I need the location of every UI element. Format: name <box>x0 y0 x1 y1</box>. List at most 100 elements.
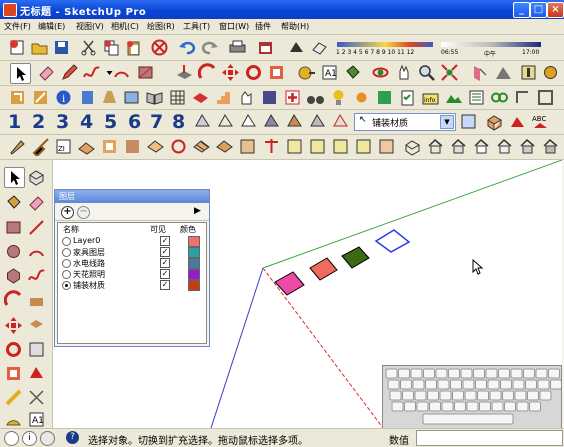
menu-file[interactable]: 文件(F) <box>4 21 31 32</box>
keyboard-key[interactable] <box>548 368 560 379</box>
keyboard-key[interactable] <box>402 390 414 401</box>
scene-tab-2-icon[interactable] <box>285 137 304 156</box>
keyboard-key[interactable] <box>425 379 437 390</box>
freehand-tool-icon[interactable] <box>27 266 46 285</box>
layer-visible-checkbox[interactable]: ✓ <box>160 280 170 290</box>
keyboard-key[interactable] <box>512 379 525 390</box>
line-tool-icon[interactable] <box>27 218 46 237</box>
plugin-hand-icon[interactable] <box>237 88 256 107</box>
rect-tool-icon[interactable] <box>4 218 23 237</box>
keyboard-key[interactable] <box>529 401 541 412</box>
sandbox-smoove-icon[interactable] <box>77 137 96 156</box>
keyboard-key[interactable] <box>448 368 460 379</box>
column-header-name[interactable]: 名称 <box>63 224 79 235</box>
keyboard-key[interactable] <box>404 401 416 412</box>
close-button[interactable]: × <box>547 2 564 18</box>
scene-tab-6-icon[interactable] <box>377 137 396 156</box>
keyboard-key[interactable] <box>462 379 475 390</box>
plugin-red-block-icon[interactable] <box>191 88 210 107</box>
keyboard-key[interactable] <box>537 379 550 390</box>
view-number-4[interactable]: 4 <box>80 111 93 133</box>
onscreen-keyboard[interactable] <box>382 365 562 429</box>
menu-window[interactable]: 窗口(W) <box>219 21 249 32</box>
select-arrow-icon[interactable] <box>10 63 31 84</box>
new-file-icon[interactable] <box>8 38 27 57</box>
tape-tool-icon[interactable] <box>4 388 23 407</box>
zoom-window-icon[interactable]: ZI <box>54 137 73 156</box>
scene-tab-4-icon[interactable] <box>331 137 350 156</box>
copy-icon[interactable] <box>102 38 121 57</box>
menu-tools[interactable]: 工具(T) <box>183 21 210 32</box>
push-pull-icon[interactable] <box>175 63 194 82</box>
fog-toggle-icon[interactable] <box>310 38 329 57</box>
open-file-icon[interactable] <box>30 38 49 57</box>
keyboard-key[interactable] <box>539 390 552 401</box>
style-wireframe-icon[interactable] <box>216 112 235 131</box>
keyboard-key[interactable] <box>502 390 514 401</box>
menu-plugins[interactable]: 插件 <box>255 21 271 32</box>
active-layer-radio[interactable] <box>62 248 71 257</box>
top-view-icon[interactable] <box>426 137 445 156</box>
column-header-visible[interactable]: 可见 <box>150 224 166 235</box>
keyboard-key[interactable] <box>535 368 548 379</box>
keyboard-key[interactable] <box>489 390 502 401</box>
follow-me-tool-icon[interactable] <box>27 290 46 309</box>
style-monochrome-icon[interactable] <box>308 112 327 131</box>
column-header-color[interactable]: 颜色 <box>180 224 196 235</box>
layer-color-swatch[interactable] <box>188 280 200 291</box>
plugin-lamp-icon[interactable] <box>329 88 348 107</box>
section-plane-icon[interactable] <box>470 63 489 82</box>
layer-color-swatch[interactable] <box>188 236 200 247</box>
layer-visible-checkbox[interactable]: ✓ <box>160 236 170 246</box>
keyboard-key[interactable] <box>389 390 402 401</box>
keyboard-key[interactable] <box>504 401 516 412</box>
keyboard-key[interactable] <box>423 368 435 379</box>
view-number-7[interactable]: 7 <box>150 111 163 133</box>
keyboard-key[interactable] <box>523 368 535 379</box>
plugin-window-icon[interactable] <box>122 88 141 107</box>
layer-visible-checkbox[interactable]: ✓ <box>160 247 170 257</box>
eraser-icon[interactable] <box>37 63 56 82</box>
dimension-tool-icon[interactable] <box>27 388 46 407</box>
layer-color-swatch[interactable] <box>188 258 200 269</box>
paint-icon[interactable] <box>4 193 23 212</box>
keyboard-key[interactable] <box>414 390 427 401</box>
sandbox-grid-icon[interactable] <box>192 137 211 156</box>
layer-row[interactable]: Layer0 ✓ <box>58 236 206 247</box>
move-tool-icon[interactable] <box>4 316 23 335</box>
pink-tile[interactable] <box>274 271 305 296</box>
keyboard-key[interactable] <box>477 390 489 401</box>
keyboard-key[interactable] <box>500 379 512 390</box>
plugin-abc-icon[interactable]: ABC <box>531 112 550 131</box>
keyboard-key[interactable] <box>527 390 539 401</box>
keyboard-key[interactable] <box>485 368 498 379</box>
arc-tool-icon[interactable] <box>27 242 46 261</box>
keyboard-key[interactable] <box>398 368 410 379</box>
text-label-tool-icon[interactable]: A1 <box>27 410 46 429</box>
green-tile[interactable] <box>341 246 370 269</box>
layer-name[interactable]: 水电线路 <box>73 258 105 269</box>
maximize-button[interactable]: □ <box>530 2 547 18</box>
pencil-icon[interactable] <box>60 63 79 82</box>
polygon-tool-icon[interactable] <box>4 266 23 285</box>
keyboard-key[interactable] <box>391 401 404 412</box>
keyboard-key[interactable] <box>412 379 425 390</box>
coral-tile[interactable] <box>309 257 338 281</box>
view-number-5[interactable]: 5 <box>104 111 117 133</box>
plugin-face-icon[interactable] <box>100 88 119 107</box>
keyboard-key[interactable] <box>454 401 466 412</box>
plugin-red-cross-icon[interactable] <box>283 88 302 107</box>
plugin-book-icon[interactable] <box>145 88 164 107</box>
add-layer-icon[interactable]: + <box>61 206 74 219</box>
keyboard-key[interactable] <box>464 390 477 401</box>
layer-visible-checkbox[interactable]: ✓ <box>160 258 170 268</box>
keyboard-key[interactable] <box>387 379 400 390</box>
keyboard-key[interactable] <box>479 401 491 412</box>
offset-tool-icon[interactable] <box>27 316 46 335</box>
save-file-icon[interactable] <box>52 38 71 57</box>
left-view-icon[interactable] <box>518 137 537 156</box>
paint-bucket-icon[interactable] <box>343 63 362 82</box>
keyboard-key[interactable] <box>514 390 527 401</box>
grid-icon[interactable] <box>168 88 187 107</box>
arc-icon[interactable] <box>112 63 131 82</box>
